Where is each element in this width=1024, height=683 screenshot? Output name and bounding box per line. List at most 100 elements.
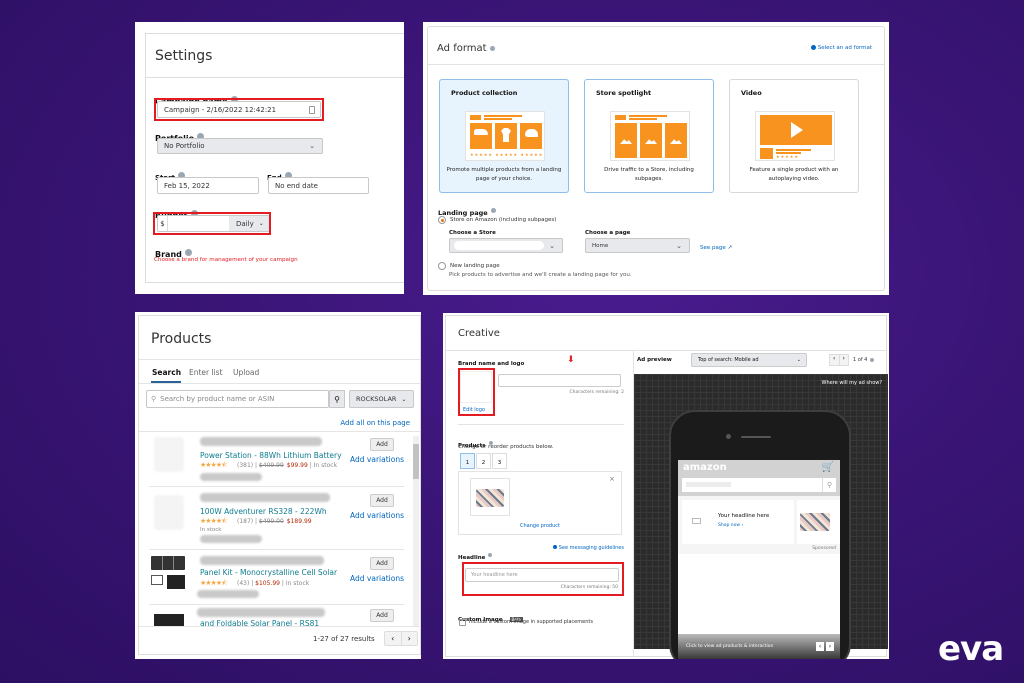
- redacted-text: [200, 535, 262, 543]
- campaign-name-input[interactable]: Campaign - 2/16/2022 12:42:21: [157, 101, 321, 118]
- add-all-link[interactable]: Add all on this page: [340, 419, 410, 427]
- product-slot-1[interactable]: 1: [460, 453, 475, 469]
- messaging-guidelines-link[interactable]: See messaging guidelines: [552, 545, 624, 551]
- format-card-product-collection[interactable]: Product collection ★★★★★ ★★★★★ ★★★★★ Pro…: [439, 79, 569, 193]
- ad-format-title-row: Ad format: [437, 43, 495, 54]
- format-card-store-spotlight[interactable]: Store spotlight Drive traffic to a Store…: [584, 79, 714, 193]
- ad-format-title: Ad format: [437, 43, 487, 54]
- add-variations-link[interactable]: Add variations: [350, 511, 404, 520]
- add-product-button[interactable]: Add: [370, 494, 394, 507]
- mock-product-card: [797, 500, 840, 544]
- product-slot-3[interactable]: 3: [492, 453, 507, 469]
- search-button[interactable]: ⚲: [329, 390, 345, 408]
- add-variations-link[interactable]: Add variations: [350, 574, 404, 583]
- option-store-label: Store on Amazon (including subpages): [450, 217, 557, 223]
- cart-icon: 🛒: [821, 462, 834, 473]
- add-product-button[interactable]: Add: [370, 438, 394, 451]
- phone-camera: [726, 434, 731, 439]
- product-slot-2[interactable]: 2: [476, 453, 491, 469]
- product-thumbnail: [154, 614, 184, 626]
- mock-footer: Click to view ad products & interaction …: [678, 634, 840, 659]
- add-product-button[interactable]: Add: [370, 557, 394, 570]
- divider: [139, 383, 420, 384]
- previous-page-button[interactable]: ‹: [385, 632, 402, 645]
- change-product-link[interactable]: Change product: [459, 523, 621, 529]
- budget-amount-input[interactable]: [168, 216, 229, 231]
- info-icon[interactable]: [870, 357, 875, 362]
- next-page-button[interactable]: ›: [402, 632, 418, 645]
- brand-name-input[interactable]: [498, 374, 621, 387]
- choose-page-select[interactable]: Home ⌄: [585, 238, 690, 253]
- product-row: Panel Kit - Monocrystalline Cell Solar ★…: [149, 549, 404, 604]
- image-placeholder-icon: [665, 123, 687, 158]
- choose-store-label: Choose a Store: [449, 230, 496, 236]
- tab-enter-list[interactable]: Enter list: [189, 368, 223, 377]
- rating-stars-icon: ★★★★⯪: [200, 579, 228, 587]
- custom-image-checkbox[interactable]: [459, 619, 466, 626]
- amazon-logo: amazon: [683, 462, 727, 473]
- info-icon[interactable]: [489, 45, 495, 51]
- radio-new-landing-page[interactable]: [438, 262, 446, 270]
- format-card-video[interactable]: Video ★★★★★ Feature a single product wit…: [729, 79, 859, 193]
- format-card-title: Product collection: [451, 89, 518, 97]
- redacted-text: [197, 608, 325, 617]
- select-ad-format-link[interactable]: Select an ad format: [810, 45, 872, 51]
- play-icon: [791, 122, 803, 138]
- chevron-down-icon: ⌄: [676, 241, 682, 250]
- brand-chars-remaining: Characters remaining: 2: [569, 390, 624, 395]
- search-icon: ⚲: [151, 395, 157, 403]
- clipboard-icon: [309, 106, 315, 114]
- mock-headline: Your headline here: [718, 513, 770, 519]
- info-icon[interactable]: [488, 552, 493, 557]
- product-name[interactable]: Panel Kit - Monocrystalline Cell Solar: [200, 568, 337, 577]
- rating-stars-icon: ★★★★⯪: [200, 461, 228, 469]
- end-date-input[interactable]: No end date: [268, 177, 369, 194]
- brand-logo-label: Brand name and logo: [458, 361, 525, 367]
- mock-next-button[interactable]: ›: [826, 642, 834, 651]
- where-ad-shows-link[interactable]: Where will my ad show?: [822, 380, 882, 386]
- choose-store-select[interactable]: ⌄: [449, 238, 563, 253]
- phone-speaker: [741, 436, 771, 438]
- portfolio-select[interactable]: No Portfolio ⌄: [157, 138, 323, 154]
- headline-input[interactable]: Your headline here: [465, 568, 619, 582]
- portfolio-value: No Portfolio: [164, 142, 205, 150]
- budget-period-select[interactable]: Daily ⌄: [229, 216, 269, 231]
- image-placeholder-icon: [615, 123, 637, 158]
- products-hint: Change or reorder products below.: [458, 444, 554, 450]
- radio-store-on-amazon[interactable]: [438, 216, 446, 224]
- ad-preview-label: Ad preview: [637, 357, 672, 363]
- product-name[interactable]: and Foldable Solar Panel - RS81: [200, 619, 319, 626]
- info-icon[interactable]: [184, 249, 192, 256]
- chevron-down-icon: ⌄: [549, 241, 555, 250]
- remove-product-icon[interactable]: ×: [609, 475, 615, 483]
- product-search-input[interactable]: ⚲ Search by product name or ASIN: [146, 390, 329, 408]
- ad-format-panel: Ad format Select an ad format Product co…: [423, 22, 889, 295]
- see-page-link[interactable]: See page ↗: [700, 245, 732, 251]
- info-icon[interactable]: [490, 208, 496, 213]
- scrollbar-thumb[interactable]: [413, 444, 419, 479]
- next-preview-button[interactable]: ›: [838, 355, 849, 365]
- add-variations-link[interactable]: Add variations: [350, 455, 404, 464]
- add-product-button[interactable]: Add: [370, 609, 394, 622]
- redacted-text: [200, 556, 324, 565]
- preview-placement-select[interactable]: Top of search: Mobile ad ⌄: [691, 353, 807, 367]
- list-price: $499.00: [258, 518, 284, 525]
- brand-logo-placeholder[interactable]: [460, 371, 492, 403]
- scrollbar-track[interactable]: [413, 436, 419, 626]
- preview-placement-value: Top of search: Mobile ad: [698, 357, 759, 363]
- previous-preview-button[interactable]: ‹: [830, 355, 839, 365]
- start-date-input[interactable]: Feb 15, 2022: [157, 177, 259, 194]
- edit-logo-link[interactable]: Edit logo: [463, 407, 485, 413]
- product-thumbnail: [154, 495, 184, 530]
- chevron-down-icon: ⌄: [796, 357, 801, 363]
- mock-prev-button[interactable]: ‹: [816, 642, 824, 651]
- product-meta: (381) | $409.99 $99.99 | In stock: [237, 462, 338, 469]
- start-date-value: Feb 15, 2022: [164, 181, 210, 190]
- product-name[interactable]: Power Station - 88Wh Lithium Battery: [200, 451, 342, 460]
- tab-search[interactable]: Search: [152, 368, 181, 377]
- mock-headline-card: Your headline here Shop now ›: [682, 500, 794, 544]
- tab-upload[interactable]: Upload: [233, 368, 259, 377]
- product-name[interactable]: 100W Adventurer RS328 - 222Wh: [200, 507, 327, 516]
- brand-filter-select[interactable]: ROCKSOLAR ⌄: [349, 390, 414, 408]
- review-count: (187): [237, 518, 254, 525]
